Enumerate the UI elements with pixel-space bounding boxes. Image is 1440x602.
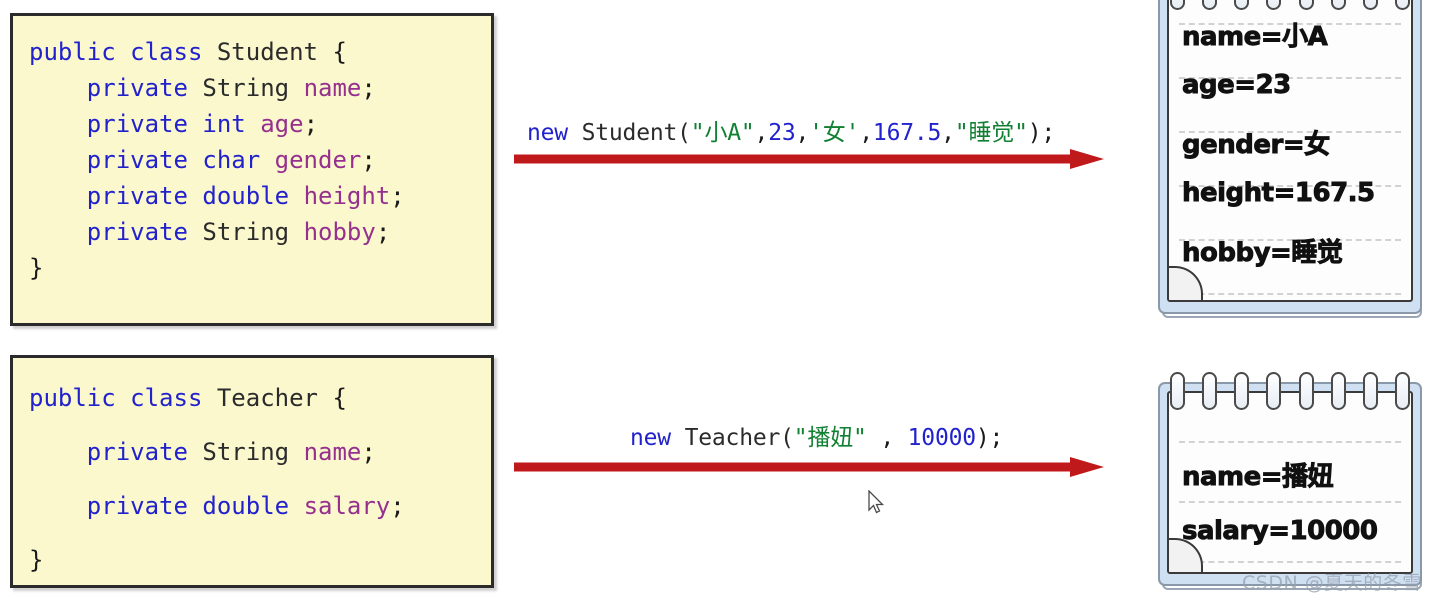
spiral-ring <box>1362 0 1378 10</box>
spiral-ring <box>1266 0 1282 10</box>
object-field-row: age=23 <box>1182 70 1292 101</box>
teacher-flow-arrow <box>514 455 1104 479</box>
teacher-stmt-token-1 <box>671 425 685 451</box>
student-constructor-statement: new Student("小A",23,'女',167.5,"睡觉"); <box>527 113 1055 147</box>
student-code-line-4: private double height; <box>86 182 405 210</box>
student-object-fields: name=小A age=23 gender=女 height=167.5 hobby=睡… <box>1182 0 1418 318</box>
spiral-ring <box>1394 0 1410 10</box>
student-stmt-token-2: Student( <box>581 120 691 146</box>
arrow-right-icon <box>514 457 1104 477</box>
arrow-right-icon <box>514 149 1104 169</box>
student-class-code-block: public class Student { private String na… <box>10 13 494 326</box>
student-code-line-1: private String name; <box>86 74 376 102</box>
spiral-ring <box>1202 0 1218 10</box>
student-flow-arrow <box>514 147 1104 171</box>
student-stmt-token-4: , <box>754 120 769 146</box>
teacher-stmt-token-4: , <box>866 425 908 451</box>
spiral-ring <box>1234 0 1250 10</box>
student-stmt-token-5: 23 <box>768 120 796 146</box>
student-code-line-3: private char gender; <box>86 146 376 174</box>
teacher-stmt-token-6: ); <box>975 425 1004 451</box>
spiral-ring <box>1234 372 1250 410</box>
spiral-ring <box>1266 372 1282 410</box>
teacher-stmt-token-0: new <box>630 425 671 451</box>
teacher-class-code-block: public class Teacher { private String na… <box>10 355 494 588</box>
teacher-stmt-token-2: Teacher( <box>684 425 794 451</box>
student-stmt-token-3: "小A" <box>690 120 755 146</box>
student-stmt-token-11: "睡觉" <box>954 120 1028 146</box>
spiral-ring <box>1330 372 1346 410</box>
student-stmt-token-0: new <box>527 120 568 146</box>
notepad-spiral-rings <box>1170 0 1410 14</box>
object-field-row: hobby=睡觉 <box>1182 238 1344 269</box>
object-field-row: name=播妞 <box>1182 462 1334 493</box>
object-field-row: salary=10000 <box>1182 516 1379 547</box>
teacher-constructor-statement: new Teacher("播妞" , 10000); <box>630 418 1003 452</box>
spiral-ring <box>1170 0 1185 10</box>
notepad-spiral-rings <box>1170 372 1410 414</box>
student-stmt-token-7: '女' <box>809 120 860 146</box>
student-stmt-token-8: , <box>859 120 873 146</box>
spiral-ring <box>1202 372 1218 410</box>
spiral-ring <box>1394 372 1410 410</box>
student-stmt-token-9: 167.5 <box>872 120 942 146</box>
spiral-ring <box>1330 0 1346 10</box>
student-code-line-5: private String hobby; <box>86 218 391 246</box>
student-code-line-0: public class Student { <box>29 38 347 66</box>
teacher-code-line-3: } <box>29 546 44 574</box>
spiral-ring <box>1298 0 1314 10</box>
student-stmt-token-12: ); <box>1027 120 1056 146</box>
student-stmt-token-10: , <box>941 120 955 146</box>
object-field-row: name=小A <box>1182 22 1329 53</box>
object-field-row: gender=女 <box>1182 130 1331 161</box>
student-code-line-2: private int age; <box>86 110 319 138</box>
object-field-row: height=167.5 <box>1182 178 1376 209</box>
student-stmt-token-1 <box>568 120 582 146</box>
spiral-ring <box>1170 372 1185 410</box>
student-stmt-token-6: , <box>795 120 810 146</box>
spiral-ring <box>1362 372 1378 410</box>
teacher-code-line-2: private double salary; <box>86 492 405 520</box>
student-object-notepad: name=小A age=23 gender=女 height=167.5 hobby=睡… <box>1156 0 1424 318</box>
teacher-code-line-1: private String name; <box>86 438 376 466</box>
teacher-stmt-token-5: 10000 <box>907 425 976 451</box>
student-code-line-6: } <box>29 254 44 282</box>
teacher-code-line-0: public class Teacher { <box>29 384 347 412</box>
teacher-stmt-token-3: "播妞" <box>793 425 867 451</box>
spiral-ring <box>1298 372 1314 410</box>
mouse-cursor-icon <box>868 489 886 516</box>
teacher-object-notepad: name=播妞 salary=10000 <box>1156 372 1424 590</box>
